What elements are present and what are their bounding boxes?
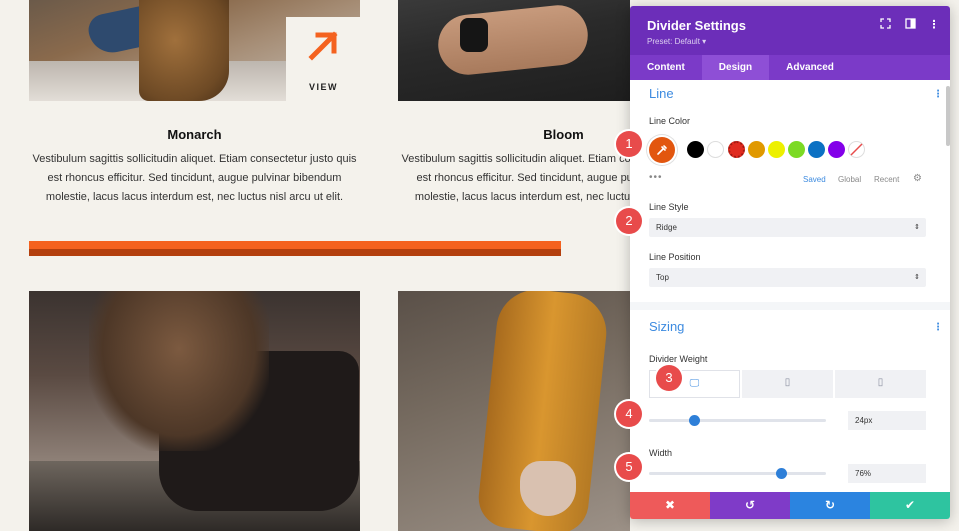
- swatch-white[interactable]: [707, 141, 724, 158]
- swatch-red[interactable]: [728, 141, 745, 158]
- cancel-button[interactable]: ✖: [630, 492, 710, 519]
- panel-footer: ✖ ↺ ↻ ✔: [630, 492, 950, 519]
- photo-crouching-woman: [29, 291, 360, 531]
- gear-icon[interactable]: ⚙: [913, 173, 922, 184]
- width-label: Width: [649, 448, 673, 458]
- view-label: VIEW: [308, 82, 338, 92]
- phone-icon: ▯: [877, 377, 884, 388]
- section-heading-line[interactable]: Line: [649, 86, 674, 101]
- weight-slider[interactable]: [649, 415, 826, 426]
- card-title-monarch: Monarch: [167, 127, 222, 142]
- more-colors-icon[interactable]: •••: [649, 172, 663, 183]
- panel-title: Divider Settings: [647, 18, 746, 33]
- tab-bar: Content Design Advanced: [630, 55, 950, 80]
- step-marker-3: 3: [656, 365, 682, 391]
- section-divider: [630, 302, 950, 310]
- swatch-none-icon[interactable]: [848, 141, 865, 158]
- color-tab-recent[interactable]: Recent: [874, 175, 899, 184]
- step-marker-4: 4: [616, 401, 642, 427]
- step-marker-2: 2: [616, 208, 642, 234]
- line-style-label: Line Style: [649, 202, 689, 212]
- swatch-green[interactable]: [788, 141, 805, 158]
- swatch-purple[interactable]: [828, 141, 845, 158]
- line-position-value: Top: [656, 273, 669, 282]
- line-position-label: Line Position: [649, 252, 701, 262]
- width-slider[interactable]: [649, 468, 826, 479]
- photo-watch-arm: [398, 0, 630, 101]
- eyedropper-icon: [657, 145, 667, 155]
- card-text-monarch: Vestibulum sagittis sollicitudin aliquet…: [32, 153, 357, 203]
- device-switcher: 🖵 ▯ ▯: [649, 370, 926, 398]
- select-caret-icon: ⇕: [914, 224, 920, 231]
- width-value-input[interactable]: 76%: [848, 464, 926, 483]
- tab-content[interactable]: Content: [630, 55, 702, 80]
- tab-design[interactable]: Design: [701, 55, 770, 80]
- section-more-icon[interactable]: ⋮: [933, 322, 943, 333]
- view-link[interactable]: VIEW: [286, 17, 361, 101]
- select-caret-icon: ⇕: [914, 274, 920, 281]
- panel-body: Line ⋮ Line Color ••• Saved Global Recen…: [630, 80, 950, 492]
- preset-dropdown[interactable]: Preset: Default ▾: [647, 37, 706, 46]
- swatch-orange[interactable]: [748, 141, 765, 158]
- divider-line[interactable]: [29, 241, 561, 256]
- width-slider-knob[interactable]: [776, 468, 787, 479]
- tablet-icon: ▯: [784, 377, 791, 388]
- more-options-icon[interactable]: ⋮: [927, 18, 941, 32]
- tab-advanced[interactable]: Advanced: [769, 55, 851, 80]
- expand-icon[interactable]: [878, 18, 892, 32]
- scrollbar[interactable]: [946, 86, 950, 146]
- swatch-blue[interactable]: [808, 141, 825, 158]
- color-tab-saved[interactable]: Saved: [803, 175, 826, 184]
- section-more-icon[interactable]: ⋮: [933, 89, 943, 100]
- step-marker-5: 5: [616, 454, 642, 480]
- swatch-black[interactable]: [687, 141, 704, 158]
- divider-weight-label: Divider Weight: [649, 354, 708, 364]
- device-tablet[interactable]: ▯: [742, 370, 833, 398]
- section-heading-sizing[interactable]: Sizing: [649, 319, 684, 334]
- color-picker-button[interactable]: [649, 137, 675, 163]
- line-position-select[interactable]: Top ⇕: [649, 268, 926, 287]
- device-phone[interactable]: ▯: [835, 370, 926, 398]
- photo-knit-sleeve: [398, 291, 630, 531]
- line-color-label: Line Color: [649, 116, 691, 126]
- line-style-value: Ridge: [656, 223, 677, 232]
- save-button[interactable]: ✔: [870, 492, 950, 519]
- undo-button[interactable]: ↺: [710, 492, 790, 519]
- panel-header[interactable]: Divider Settings Preset: Default ▾ ⋮: [630, 6, 950, 55]
- swatch-yellow[interactable]: [768, 141, 785, 158]
- split-view-icon[interactable]: [903, 18, 917, 32]
- arrow-up-right-icon: [308, 31, 338, 61]
- step-marker-1: 1: [616, 131, 642, 157]
- line-style-select[interactable]: Ridge ⇕: [649, 218, 926, 237]
- redo-button[interactable]: ↻: [790, 492, 870, 519]
- divider-settings-panel: Divider Settings Preset: Default ▾ ⋮ Con…: [630, 6, 950, 519]
- color-tab-global[interactable]: Global: [838, 175, 861, 184]
- weight-value-input[interactable]: 24px: [848, 411, 926, 430]
- weight-slider-knob[interactable]: [689, 415, 700, 426]
